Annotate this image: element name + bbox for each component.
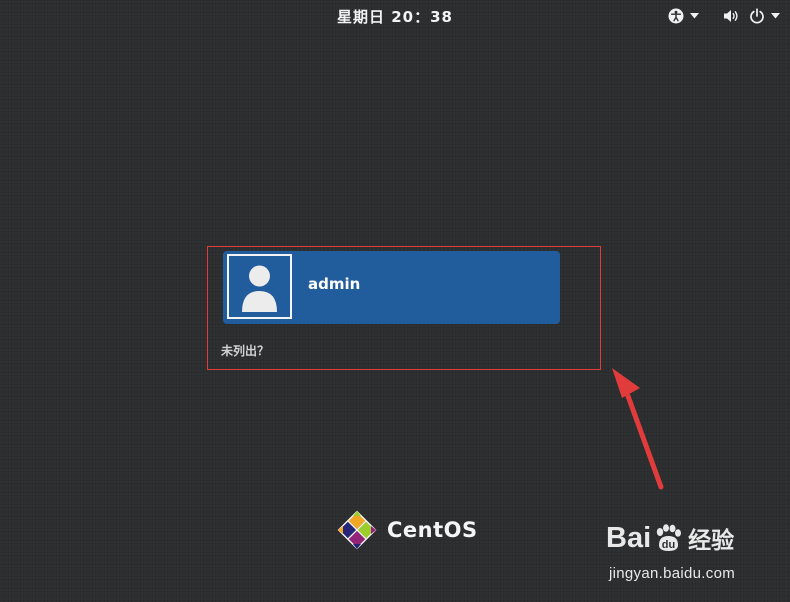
- centos-wordmark: CentOS: [387, 518, 478, 542]
- watermark-brand-right: 经验: [688, 527, 735, 553]
- avatar: [227, 254, 292, 319]
- baidu-paw-icon: du: [656, 524, 682, 551]
- centos-logo: [336, 509, 378, 551]
- chevron-down-icon: [690, 13, 699, 19]
- user-list-item-admin[interactable]: admin: [223, 251, 560, 324]
- user-name: admin: [308, 275, 361, 293]
- user-avatar-icon: [229, 256, 290, 317]
- system-status-area: [668, 5, 780, 27]
- accessibility-menu-button[interactable]: [668, 5, 699, 27]
- watermark-brand: Bai du 经验: [606, 521, 734, 555]
- annotation-arrow-icon: [612, 368, 664, 490]
- watermark-url: jingyan.baidu.com: [609, 565, 736, 582]
- baidu-jingyan-watermark: Bai du 经验 jingyan.baidu.com: [596, 511, 786, 593]
- centos-logo-icon: [337, 510, 377, 550]
- volume-icon: [724, 10, 738, 22]
- volume-status[interactable]: [723, 5, 740, 27]
- svg-text:du: du: [662, 539, 675, 551]
- power-icon: [750, 8, 764, 24]
- top-bar: 星期日 20：38: [0, 0, 790, 32]
- watermark-brand-left: Bai: [606, 521, 652, 554]
- centos-branding: CentOS: [336, 509, 478, 551]
- chevron-down-icon: [771, 13, 780, 19]
- power-menu-button[interactable]: [749, 5, 780, 27]
- accessibility-icon: [668, 8, 684, 24]
- not-listed-link[interactable]: 未列出？: [221, 342, 269, 359]
